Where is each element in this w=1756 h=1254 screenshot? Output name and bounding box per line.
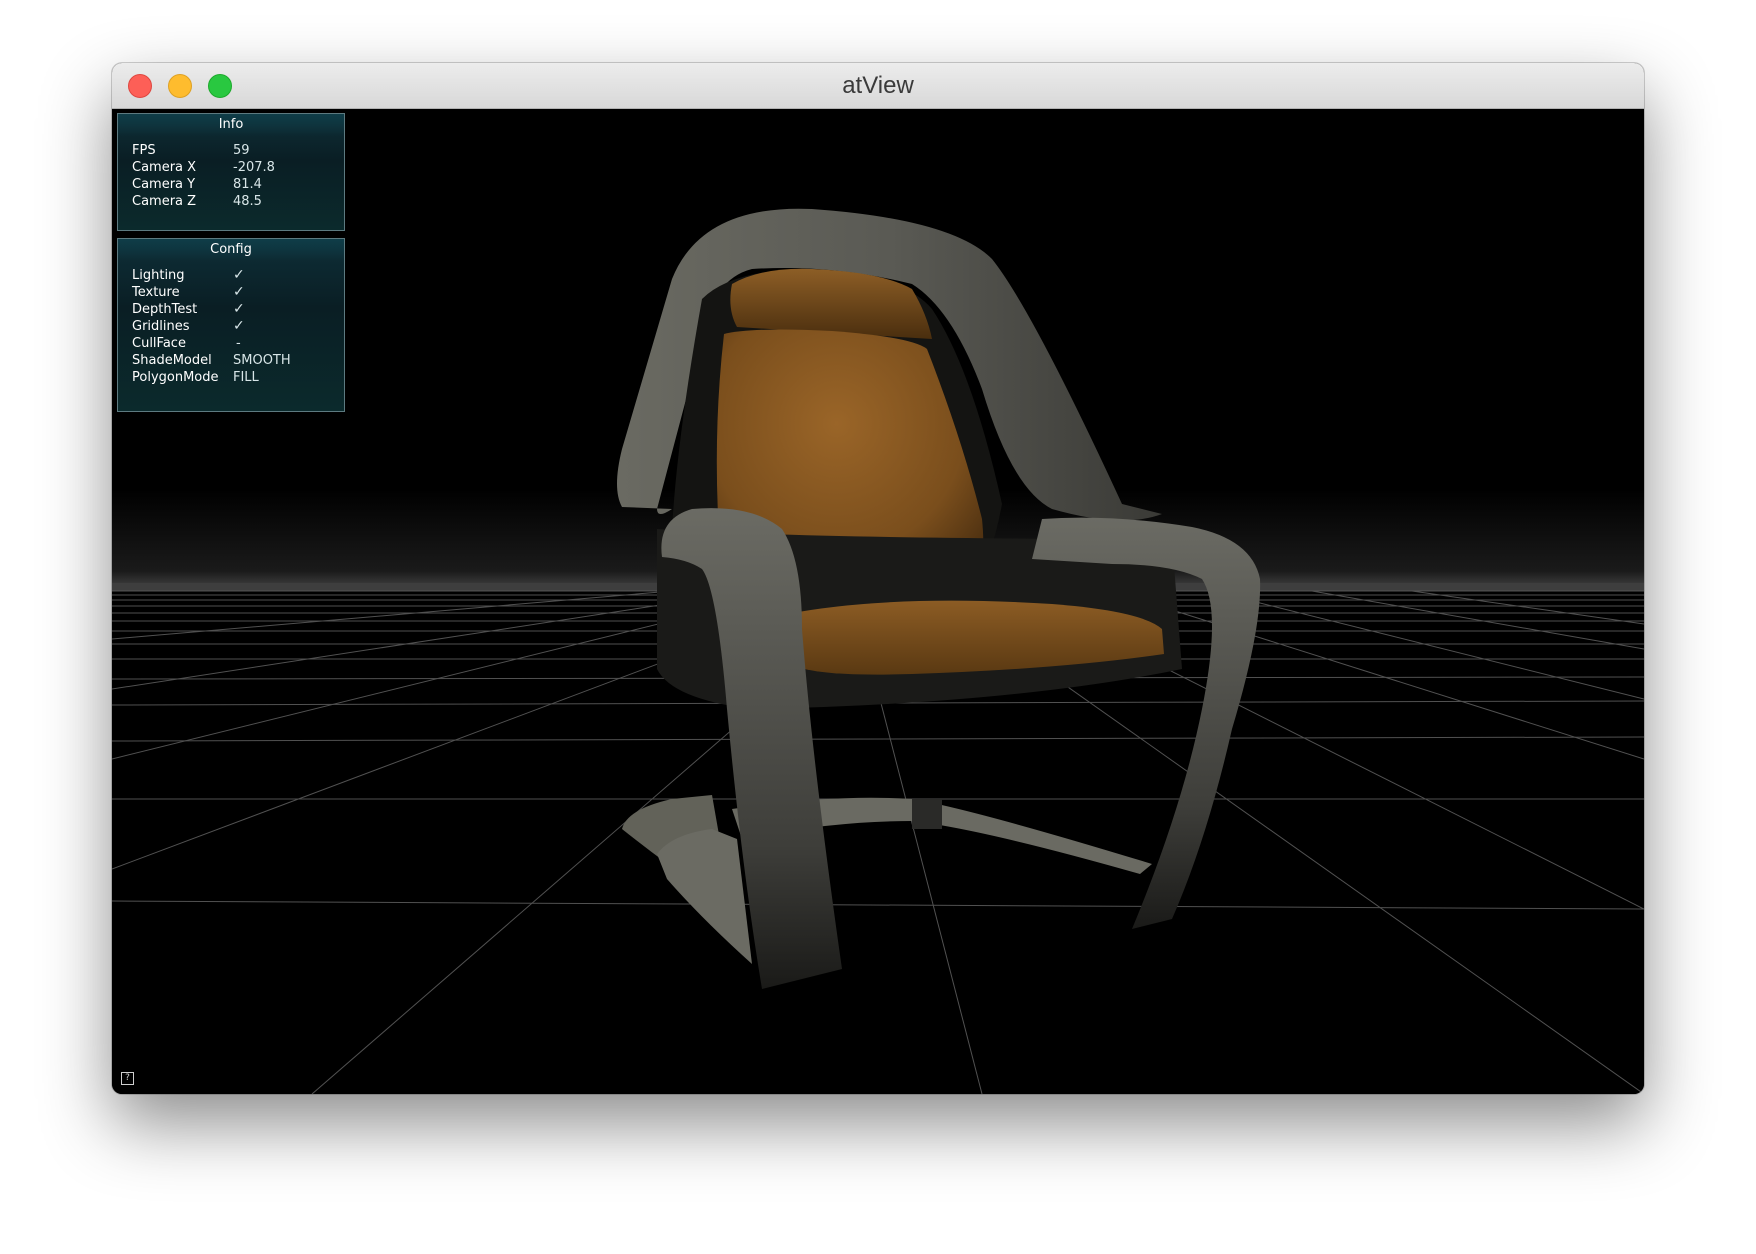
config-row-polygonmode[interactable]: PolygonMode FILL — [132, 369, 344, 386]
info-label: Camera Y — [132, 177, 196, 192]
chair-model — [617, 208, 1261, 989]
info-label: FPS — [132, 143, 156, 158]
info-value: -207.8 — [233, 160, 275, 175]
checkmark-icon[interactable]: ✓ — [233, 267, 245, 284]
help-icon[interactable]: ? — [121, 1072, 134, 1085]
3d-viewport[interactable]: Info FPS 59 Camera X -207.8 Camera Y 81.… — [112, 109, 1644, 1094]
window-title: atView — [842, 72, 914, 99]
info-row-camera-y: Camera Y 81.4 — [132, 176, 344, 193]
config-value[interactable]: SMOOTH — [233, 352, 291, 369]
info-panel-title: Info — [118, 114, 344, 136]
info-value: 59 — [233, 143, 250, 158]
config-row-gridlines[interactable]: Gridlines ✓ — [132, 318, 344, 335]
checkmark-icon[interactable]: ✓ — [233, 284, 245, 301]
app-window: atView Info FPS 59 Camera X -207.8 Camer… — [112, 63, 1644, 1094]
info-row-camera-x: Camera X -207.8 — [132, 159, 344, 176]
config-label: Texture — [132, 285, 180, 300]
config-label: Lighting — [132, 268, 185, 283]
title-bar[interactable]: atView — [112, 63, 1644, 109]
info-label: Camera X — [132, 160, 197, 175]
config-label: ShadeModel — [132, 353, 212, 368]
info-value: 81.4 — [233, 177, 262, 192]
checkmark-icon[interactable]: ✓ — [233, 318, 245, 335]
config-row-lighting[interactable]: Lighting ✓ — [132, 267, 344, 284]
config-value[interactable]: - — [233, 335, 241, 352]
config-label: DepthTest — [132, 302, 198, 317]
info-row-fps: FPS 59 — [132, 142, 344, 159]
checkmark-icon[interactable]: ✓ — [233, 301, 245, 318]
config-label: PolygonMode — [132, 370, 219, 385]
config-label: CullFace — [132, 336, 186, 351]
config-row-texture[interactable]: Texture ✓ — [132, 284, 344, 301]
info-panel: Info FPS 59 Camera X -207.8 Camera Y 81.… — [117, 113, 345, 231]
config-row-depthtest[interactable]: DepthTest ✓ — [132, 301, 344, 318]
config-value[interactable]: FILL — [233, 369, 259, 386]
info-value: 48.5 — [233, 194, 262, 209]
config-panel: Config Lighting ✓ Texture ✓ DepthTest ✓ … — [117, 238, 345, 412]
config-panel-title: Config — [118, 239, 344, 261]
config-row-shademodel[interactable]: ShadeModel SMOOTH — [132, 352, 344, 369]
config-label: Gridlines — [132, 319, 190, 334]
config-row-cullface[interactable]: CullFace - — [132, 335, 344, 352]
info-row-camera-z: Camera Z 48.5 — [132, 193, 344, 210]
info-label: Camera Z — [132, 194, 197, 209]
